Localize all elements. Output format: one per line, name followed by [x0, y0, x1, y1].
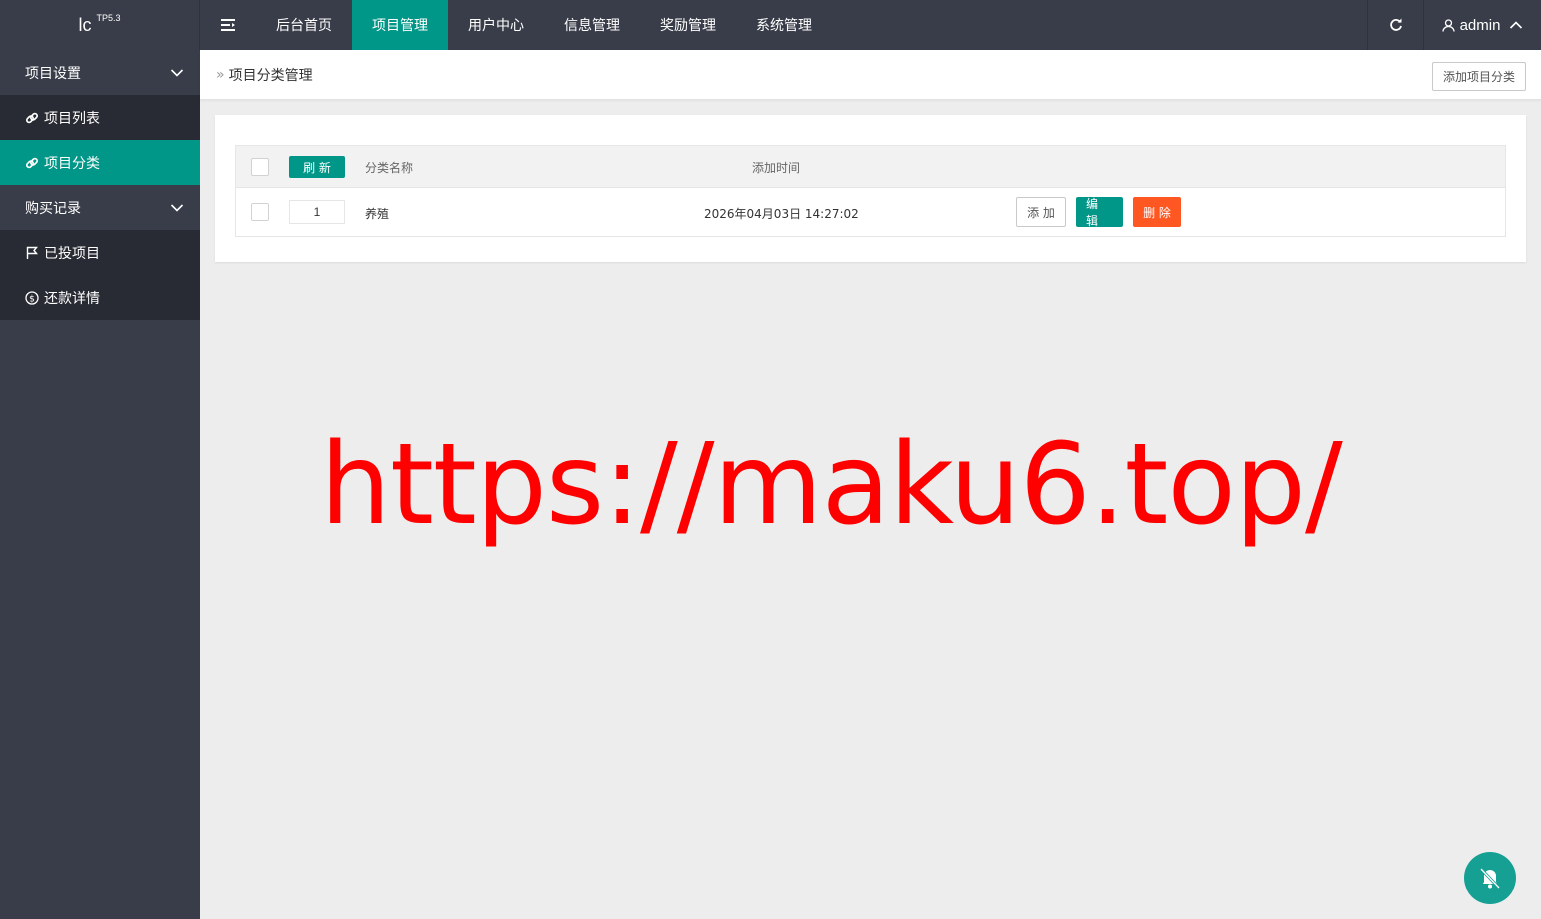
refresh-button[interactable]: [1367, 0, 1423, 50]
user-name: admin: [1459, 16, 1501, 34]
breadcrumb: » 项目分类管理 添加项目分类: [200, 50, 1541, 100]
row-add-button[interactable]: 添 加: [1016, 197, 1066, 227]
top-nav: 后台首页 项目管理 用户中心 信息管理 奖励管理 系统管理: [256, 0, 832, 50]
logo-version: TP5.3: [96, 13, 121, 23]
breadcrumb-separator: »: [216, 66, 225, 83]
sidebar-group-project-settings[interactable]: 项目设置: [0, 50, 200, 95]
nav-home[interactable]: 后台首页: [256, 0, 352, 50]
chevron-down-icon: [170, 68, 184, 77]
page-title: 项目分类管理: [228, 67, 313, 84]
category-table: 刷 新 分类名称 添加时间 养殖 2026年04月03日 14:27:02 添 …: [235, 145, 1506, 237]
sidebar-item-invested-projects[interactable]: 已投项目: [0, 230, 200, 275]
flag-icon: [26, 246, 38, 259]
link-icon: [25, 157, 39, 168]
sidebar-item-project-list[interactable]: 项目列表: [0, 95, 200, 140]
add-category-button[interactable]: 添加项目分类: [1431, 62, 1526, 91]
sidebar: 项目设置 项目列表 项目分类 购买记录 已投项目 $ 还款详情: [0, 50, 200, 919]
table-row: 养殖 2026年04月03日 14:27:02 添 加 编 辑 删 除: [236, 188, 1505, 236]
top-header: lc TP5.3 后台首页 项目管理 用户中心 信息管理 奖励管理 系统管理 a…: [0, 0, 1541, 50]
table-header: 刷 新 分类名称 添加时间: [236, 146, 1505, 188]
sidebar-item-repayment-details[interactable]: $ 还款详情: [0, 275, 200, 320]
category-name: 养殖: [365, 207, 390, 221]
nav-user-center[interactable]: 用户中心: [448, 0, 544, 50]
column-header-name: 分类名称: [365, 161, 414, 175]
link-icon: [25, 112, 39, 123]
nav-info-management[interactable]: 信息管理: [544, 0, 640, 50]
content-card: 刷 新 分类名称 添加时间 养殖 2026年04月03日 14:27:02 添 …: [215, 115, 1526, 262]
user-menu[interactable]: admin: [1423, 0, 1541, 50]
sidebar-item-label: 已投项目: [44, 245, 100, 262]
added-time: 2026年04月03日 14:27:02: [704, 207, 859, 221]
sidebar-item-label: 项目列表: [44, 110, 100, 127]
chevron-down-icon: [170, 203, 184, 212]
user-icon: [1441, 18, 1455, 32]
nav-project-management[interactable]: 项目管理: [352, 0, 448, 50]
sidebar-group-purchase-records[interactable]: 购买记录: [0, 185, 200, 230]
sidebar-group-label: 项目设置: [25, 65, 81, 82]
sidebar-group-label: 购买记录: [25, 200, 81, 217]
nav-system-management[interactable]: 系统管理: [736, 0, 832, 50]
chevron-up-icon: [1510, 21, 1523, 29]
sidebar-item-label: 项目分类: [44, 155, 100, 172]
menu-toggle-button[interactable]: [200, 0, 256, 50]
menu-toggle-icon: [221, 19, 235, 31]
sort-input[interactable]: [289, 200, 345, 224]
logo[interactable]: lc TP5.3: [0, 0, 200, 50]
top-right-tools: admin: [1367, 0, 1541, 50]
row-edit-button[interactable]: 编 辑: [1076, 197, 1123, 228]
sidebar-item-project-category[interactable]: 项目分类: [0, 140, 200, 185]
nav-reward-management[interactable]: 奖励管理: [640, 0, 736, 50]
watermark-url: https://maku6.top/: [320, 420, 1343, 550]
sidebar-item-label: 还款详情: [44, 290, 100, 307]
row-checkbox[interactable]: [251, 203, 269, 221]
floating-notification-button[interactable]: [1464, 852, 1516, 904]
column-header-time: 添加时间: [752, 161, 801, 175]
select-all-checkbox[interactable]: [251, 158, 269, 176]
refresh-icon: [1389, 18, 1402, 31]
bell-off-icon: [1479, 867, 1501, 890]
logo-text: lc: [78, 14, 92, 35]
table-refresh-button[interactable]: 刷 新: [289, 156, 345, 178]
dollar-icon: $: [25, 290, 39, 305]
svg-text:$: $: [29, 294, 35, 304]
row-delete-button[interactable]: 删 除: [1133, 197, 1181, 227]
